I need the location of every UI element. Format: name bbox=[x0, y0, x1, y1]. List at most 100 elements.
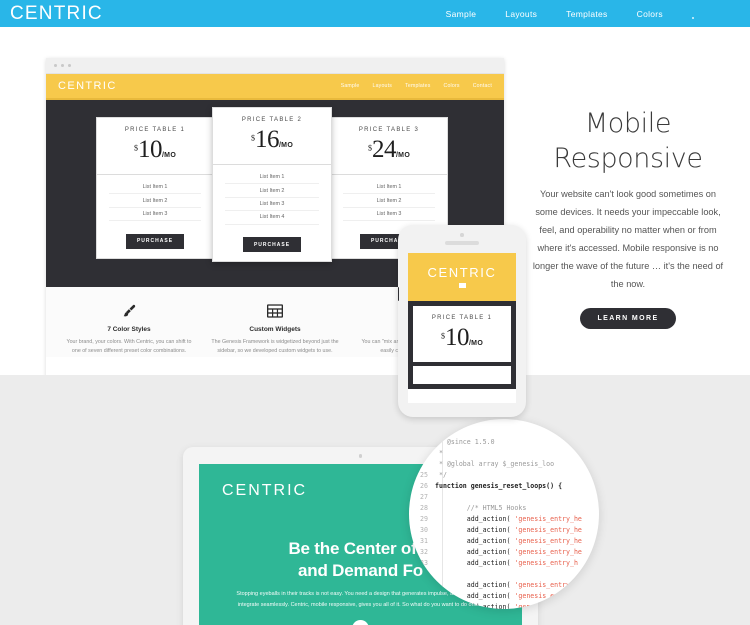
code-line-number bbox=[409, 437, 435, 448]
code-line-number: 26 bbox=[420, 482, 428, 490]
price-table-1-action: PURCHASE bbox=[97, 221, 213, 258]
code-line-number bbox=[409, 459, 435, 470]
tablet-camera-icon bbox=[358, 454, 363, 458]
code-line-text: add_action( 'genesis_entry_h bbox=[435, 559, 578, 567]
mockup-logo: CENTRIC bbox=[58, 80, 117, 92]
code-line: * @global array $_genesis_loo bbox=[409, 459, 599, 470]
feature-color-styles: 7 Color Styles Your brand, your colors. … bbox=[57, 301, 202, 357]
code-line-number: 34 bbox=[420, 570, 428, 578]
list-item: List Item 3 bbox=[109, 208, 201, 222]
code-line: 34 bbox=[409, 569, 599, 580]
code-line-text: */ bbox=[435, 471, 447, 479]
price-table-3-price: $24/MO bbox=[337, 136, 441, 164]
feature-text: Your brand, your colors. With Centric, y… bbox=[66, 339, 192, 355]
price-period: /MO bbox=[468, 339, 484, 347]
top-navigation-bar: CENTRIC Sample Layouts Templates Colors bbox=[0, 0, 750, 27]
purchase-button[interactable]: PURCHASE bbox=[125, 233, 185, 249]
mockup-nav-colors: Colors bbox=[443, 83, 460, 89]
code-lines: @since 1.5.0 * * @global array $_genesis… bbox=[409, 419, 599, 609]
chevron-down-icon[interactable]: ▾ bbox=[352, 619, 369, 625]
window-minimize-dot-icon bbox=[61, 64, 64, 67]
window-maximize-dot-icon bbox=[68, 64, 71, 67]
page-title-line2: Responsive bbox=[553, 142, 703, 174]
widgets-grid-icon bbox=[211, 301, 340, 321]
hamburger-menu-icon[interactable] bbox=[458, 283, 466, 288]
phone-price-card: PRICE TABLE 1 $10/MO bbox=[413, 305, 511, 362]
code-line-text: @since 1.5.0 bbox=[435, 438, 495, 446]
phone-screen: CENTRIC PRICE TABLE 1 $10/MO bbox=[408, 252, 516, 403]
list-item: List Item 1 bbox=[109, 181, 201, 195]
mockup-nav-layouts: Layouts bbox=[372, 83, 393, 89]
window-close-dot-icon bbox=[54, 64, 57, 67]
mockup-nav: Sample Layouts Templates Colors Contact bbox=[341, 83, 492, 89]
phone-mockup: CENTRIC PRICE TABLE 1 $10/MO bbox=[398, 225, 526, 417]
code-line: 32 add_action( 'genesis_entry_he bbox=[409, 547, 599, 558]
purchase-button[interactable]: PURCHASE bbox=[242, 237, 302, 252]
price-amount: 24 bbox=[371, 136, 397, 163]
top-nav-items: Sample Layouts Templates Colors bbox=[446, 9, 694, 19]
code-line-text: add_action( 'genesis_entry_he bbox=[435, 526, 582, 534]
phone-site-header: CENTRIC bbox=[408, 252, 516, 301]
code-line: 35 add_action( 'genesis_entry bbox=[409, 580, 599, 591]
mockup-nav-templates: Templates bbox=[405, 83, 431, 89]
page-title: Mobile Responsive bbox=[528, 107, 728, 176]
nav-item-layouts[interactable]: Layouts bbox=[505, 9, 537, 19]
price-table-1: PRICE TABLE 1 $10/MO List Item 1 List It… bbox=[96, 117, 214, 259]
code-line: 29 add_action( 'genesis_entry_he bbox=[409, 514, 599, 525]
code-line: 26 function genesis_reset_loops() { bbox=[409, 481, 599, 492]
price-period: /MO bbox=[161, 152, 177, 159]
code-line: @since 1.5.0 bbox=[409, 437, 599, 448]
nav-item-sample[interactable]: Sample bbox=[446, 9, 477, 19]
list-item: List Item 2 bbox=[109, 194, 201, 208]
price-table-3-head: PRICE TABLE 3 $24/MO bbox=[331, 118, 447, 175]
price-table-1-head: PRICE TABLE 1 $10/MO bbox=[97, 118, 213, 175]
code-line-text: add_action( 'genesis_entr bbox=[435, 592, 567, 600]
learn-more-button[interactable]: LEARN MORE bbox=[580, 307, 676, 329]
code-line-text: add_action( 'genesis_entry_he bbox=[435, 537, 582, 545]
mockup-nav-sample: Sample bbox=[340, 83, 360, 89]
page-title-line1: Mobile bbox=[584, 108, 672, 139]
phone-pricing-body: PRICE TABLE 1 $10/MO bbox=[408, 300, 516, 389]
code-line-number: 29 bbox=[420, 515, 428, 523]
code-snippet-circle: @since 1.5.0 * * @global array $_genesis… bbox=[409, 419, 599, 609]
code-line: * bbox=[409, 448, 599, 459]
code-line: 33 add_action( 'genesis_entry_h bbox=[409, 558, 599, 569]
code-line-text: add_action( 'genesis_er bbox=[435, 603, 559, 609]
price-table-1-price: $10/MO bbox=[103, 136, 207, 164]
site-logo[interactable]: CENTRIC bbox=[10, 4, 103, 23]
code-line-number: 33 bbox=[420, 559, 428, 567]
nav-item-colors[interactable]: Colors bbox=[637, 9, 663, 19]
price-table-3-list: List Item 1 List Item 2 List Item 3 bbox=[331, 175, 447, 222]
feature-title: 7 Color Styles bbox=[107, 326, 151, 333]
page-root: CENTRIC Sample Layouts Templates Colors … bbox=[0, 0, 750, 625]
list-item: List Item 2 bbox=[343, 194, 435, 208]
code-line-number: 27 bbox=[420, 493, 428, 501]
price-amount: 10 bbox=[137, 136, 163, 163]
price-amount: 10 bbox=[444, 323, 470, 351]
hero-section: CENTRIC Sample Layouts Templates Colors … bbox=[0, 27, 750, 417]
code-line-number: 37 bbox=[420, 603, 428, 609]
price-table-2-price: $16/MO bbox=[219, 126, 325, 154]
browser-chrome-bar bbox=[46, 58, 504, 74]
mobile-responsive-block: Mobile Responsive Your website can't loo… bbox=[528, 107, 728, 329]
phone-price-value: $10/MO bbox=[417, 324, 507, 352]
code-line-number: 31 bbox=[420, 537, 428, 545]
list-item: List Item 4 bbox=[225, 211, 319, 225]
mockup-site-header: CENTRIC Sample Layouts Templates Colors … bbox=[46, 74, 504, 100]
price-table-2: PRICE TABLE 2 $16/MO List Item 1 List It… bbox=[212, 107, 332, 262]
nav-item-templates[interactable]: Templates bbox=[566, 9, 607, 19]
code-line-number bbox=[409, 448, 435, 459]
code-line-number: 30 bbox=[420, 526, 428, 534]
page-description: Your website can't look good sometimes o… bbox=[532, 189, 724, 289]
code-line-text: add_action( 'genesis_entry bbox=[435, 581, 570, 589]
feature-custom-widgets: Custom Widgets The Genesis Framework is … bbox=[203, 301, 348, 357]
list-item: List Item 1 bbox=[225, 171, 319, 185]
nav-more-dot-icon[interactable] bbox=[692, 16, 694, 19]
code-line: 25 */ bbox=[409, 470, 599, 481]
list-item: List Item 1 bbox=[343, 181, 435, 195]
phone-volume-button bbox=[398, 287, 399, 301]
code-line-text: add_action( 'genesis_entry_he bbox=[435, 515, 582, 523]
code-line: 27 bbox=[409, 492, 599, 503]
price-period: /MO bbox=[278, 142, 294, 149]
price-table-1-list: List Item 1 List Item 2 List Item 3 bbox=[97, 175, 213, 222]
